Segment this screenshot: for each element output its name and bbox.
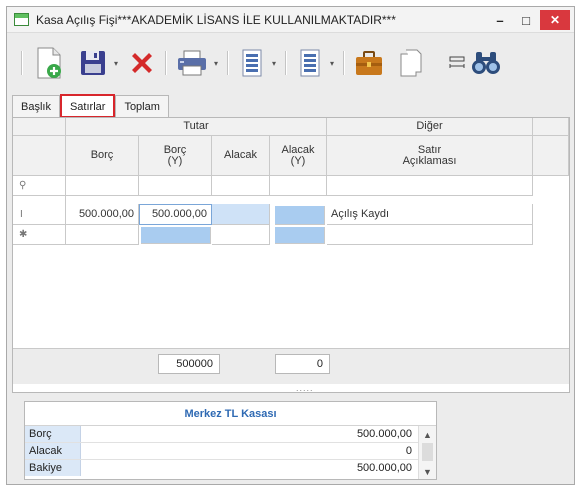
add-button[interactable]: [31, 34, 67, 92]
maximize-button[interactable]: □: [513, 7, 539, 33]
document-list-icon: [300, 49, 320, 77]
form-icon: [14, 13, 29, 26]
summary-row-alacak: Alacak 0: [25, 443, 418, 460]
group-header-diger: Diğer: [327, 118, 533, 136]
minimize-button[interactable]: –: [487, 7, 513, 33]
column-header-alacak-y[interactable]: Alacak (Y): [270, 136, 327, 176]
tab-strip: Başlık Satırlar Toplam: [12, 94, 170, 118]
filter-cell[interactable]: [270, 176, 327, 196]
summary-scrollbar[interactable]: ▲ ▼: [418, 426, 436, 479]
column-header-satir-aciklamasi[interactable]: Satır Açıklaması: [327, 136, 533, 176]
extra-header: [533, 118, 569, 136]
tab-toplam[interactable]: Toplam: [115, 95, 169, 117]
search-button[interactable]: [469, 34, 503, 92]
delete-button[interactable]: [125, 34, 159, 92]
cash-account-summary: Merkez TL Kasası Borç 500.000,00 Alacak …: [24, 401, 437, 480]
window-title: Kasa Açılış Fişi***AKADEMİK LİSANS İLE K…: [36, 12, 396, 27]
summary-label: Bakiye: [25, 460, 81, 476]
filter-cell[interactable]: [66, 176, 139, 196]
copy-icon: [400, 49, 422, 77]
add-document-icon: [37, 47, 61, 79]
extra-header: [533, 136, 569, 176]
cell-satir-aciklamasi[interactable]: Açılış Kaydı: [327, 204, 533, 225]
chevron-down-icon: ▾: [329, 58, 334, 68]
toolbar-separator: [343, 34, 345, 92]
summary-row-bakiye: Bakiye 500.000,00: [25, 460, 418, 477]
close-button[interactable]: ✕: [540, 10, 570, 30]
briefcase-button[interactable]: [351, 34, 387, 92]
toolbar-separator: [227, 34, 229, 92]
total-alacak-y: 0: [275, 354, 330, 374]
kasa-acilis-fisi-window: Kasa Açılış Fişi***AKADEMİK LİSANS İLE K…: [6, 6, 575, 485]
splitter-handle[interactable]: .....: [296, 383, 314, 393]
reports-dropdown[interactable]: ▾: [327, 34, 337, 92]
filter-cell[interactable]: [139, 176, 212, 196]
new-row-cell[interactable]: [275, 227, 325, 244]
save-button[interactable]: [77, 34, 109, 92]
print-icon: [178, 50, 206, 76]
editing-row-indicator: I: [13, 204, 66, 225]
column-header-borc[interactable]: Borç: [66, 136, 139, 176]
cell-alacak[interactable]: [212, 204, 270, 225]
binoculars-icon: [472, 52, 500, 74]
briefcase-icon: [356, 51, 382, 75]
toolbar-separator: [21, 34, 23, 92]
tab-satirlar[interactable]: Satırlar: [59, 94, 116, 118]
summary-value: 500.000,00: [356, 462, 412, 474]
new-row-indicator: ✱: [13, 225, 66, 245]
layout-button[interactable]: [445, 34, 469, 92]
new-row-cell[interactable]: [327, 225, 533, 245]
summary-label: Alacak: [25, 443, 81, 459]
related-documents-button[interactable]: [237, 34, 267, 92]
toolbar: ▾ ▾ ▾ ▾: [7, 34, 574, 92]
toolbar-separator: [165, 34, 167, 92]
cell-alacak-y[interactable]: [275, 206, 325, 225]
cell-borc[interactable]: 500.000,00: [66, 204, 139, 225]
document-list-icon: [242, 49, 262, 77]
summary-row-borc: Borç 500.000,00: [25, 426, 418, 443]
title-bar: Kasa Açılış Fişi***AKADEMİK LİSANS İLE K…: [7, 7, 574, 33]
column-header-borc-y[interactable]: Borç (Y): [139, 136, 212, 176]
filter-cell[interactable]: [327, 176, 533, 196]
ruler-icon: [449, 56, 465, 68]
indicator-header: [13, 118, 66, 136]
save-dropdown[interactable]: ▾: [111, 34, 121, 92]
cell-borc-y[interactable]: 500.000,00: [139, 204, 212, 225]
reports-button[interactable]: [295, 34, 325, 92]
indicator-header: [13, 136, 66, 176]
new-row-cell[interactable]: [212, 225, 270, 245]
new-row-cell[interactable]: [141, 227, 211, 244]
chevron-up-icon[interactable]: ▲: [419, 428, 436, 442]
copy-button[interactable]: [395, 34, 427, 92]
save-icon: [81, 51, 105, 75]
row-spacer: [13, 196, 66, 204]
tab-baslik[interactable]: Başlık: [12, 95, 60, 117]
total-borc-y: 500000: [158, 354, 220, 374]
delete-icon: [132, 53, 152, 73]
summary-label: Borç: [25, 426, 81, 442]
scroll-thumb[interactable]: [422, 443, 433, 461]
column-header-alacak[interactable]: Alacak: [212, 136, 270, 176]
chevron-down-icon: ▾: [113, 58, 118, 68]
filter-row-indicator[interactable]: ⚲: [13, 176, 66, 196]
toolbar-separator: [285, 34, 287, 92]
group-header-tutar: Tutar: [66, 118, 327, 136]
new-row-cell[interactable]: [66, 225, 139, 245]
filter-cell[interactable]: [212, 176, 270, 196]
summary-value: 0: [405, 445, 412, 457]
print-dropdown[interactable]: ▾: [211, 34, 221, 92]
chevron-down-icon: ▾: [213, 58, 218, 68]
summary-title: Merkez TL Kasası: [25, 402, 436, 426]
lines-grid: Tutar Diğer Borç Borç (Y) Alacak Alacak …: [12, 117, 570, 393]
summary-value: 500.000,00: [356, 428, 412, 440]
print-button[interactable]: [175, 34, 209, 92]
chevron-down-icon: ▾: [271, 58, 276, 68]
chevron-down-icon[interactable]: ▼: [419, 465, 436, 479]
related-documents-dropdown[interactable]: ▾: [269, 34, 279, 92]
